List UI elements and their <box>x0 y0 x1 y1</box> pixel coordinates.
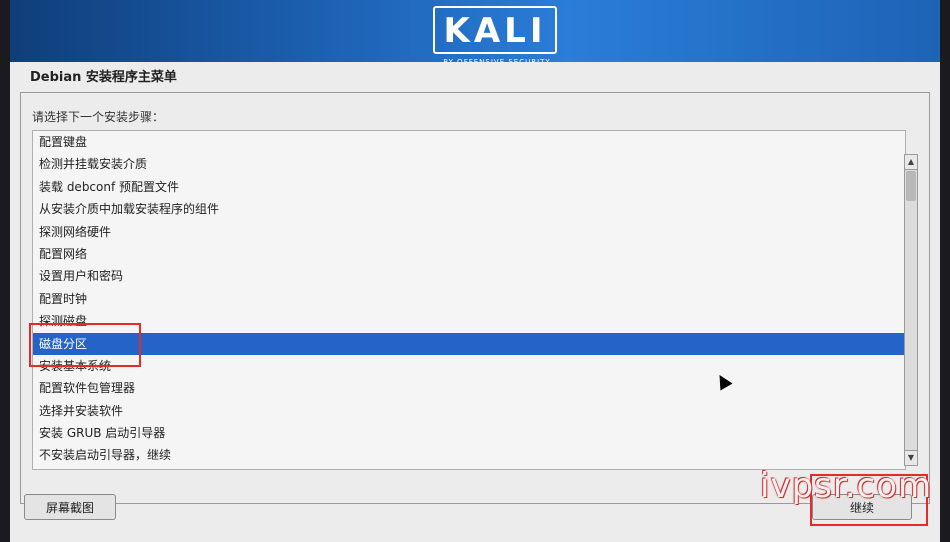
menu-item[interactable]: 不安装启动引导器，继续 <box>33 444 905 466</box>
menu-item[interactable]: 配置键盘 <box>33 131 905 153</box>
chevron-down-icon[interactable]: ▼ <box>905 450 917 465</box>
menu-item[interactable]: 安装基本系统 <box>33 355 905 377</box>
logo-text: KALI <box>433 6 557 54</box>
menu-item[interactable]: 检测并挂载安装介质 <box>33 153 905 175</box>
menu-item[interactable]: 配置软件包管理器 <box>33 377 905 399</box>
list-scrollbar[interactable]: ▲ ▼ <box>904 154 918 466</box>
highlight-box <box>29 323 141 367</box>
menu-item[interactable]: 探测网络硬件 <box>33 221 905 243</box>
menu-item[interactable]: 配置时钟 <box>33 288 905 310</box>
menu-item-selected[interactable]: 磁盘分区 <box>33 332 905 355</box>
menu-item[interactable]: 选择并安装软件 <box>33 400 905 422</box>
watermark: ivpsr.com <box>760 466 933 506</box>
menu-item[interactable]: 装载 debconf 预配置文件 <box>33 176 905 198</box>
menu-item[interactable]: 配置网络 <box>33 243 905 265</box>
menu-list[interactable]: 配置键盘 检测并挂载安装介质 装载 debconf 预配置文件 从安装介质中加载… <box>32 130 906 470</box>
menu-item[interactable]: 探测磁盘 <box>33 310 905 332</box>
screenshot-button[interactable]: 屏幕截图 <box>24 494 116 520</box>
menu-item[interactable]: 从安装介质中加载安装程序的组件 <box>33 198 905 220</box>
chevron-up-icon[interactable]: ▲ <box>905 155 917 170</box>
window-title: Debian 安装程序主菜单 <box>30 70 177 85</box>
kali-logo: KALI BY OFFENSIVE SECURITY <box>433 6 561 70</box>
scrollbar-thumb[interactable] <box>906 171 916 201</box>
menu-item[interactable]: 安装 GRUB 启动引导器 <box>33 422 905 444</box>
menu-item[interactable]: 设置用户和密码 <box>33 265 905 287</box>
step-prompt: 请选择下一个安装步骤： <box>32 110 165 124</box>
